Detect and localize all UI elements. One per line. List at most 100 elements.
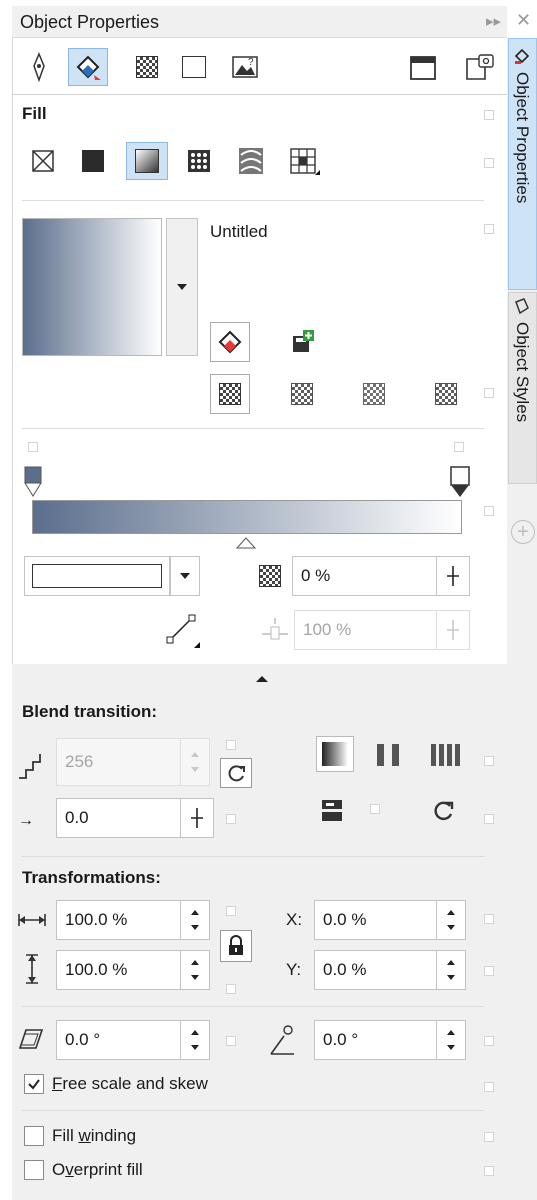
rotation-input[interactable]: 0.0 ° <box>314 1020 436 1060</box>
free-scale-label[interactable]: Free scale and skew <box>52 1074 208 1094</box>
rotation-icon <box>268 1022 298 1063</box>
clockwise-blend-icon[interactable] <box>372 740 406 770</box>
node-color-dropdown[interactable] <box>170 556 200 596</box>
node-position-input[interactable]: 100 % <box>294 610 436 650</box>
collapse-section-icon[interactable] <box>256 676 268 682</box>
skew-spinner[interactable] <box>180 1020 210 1060</box>
blend-transition-title: Blend transition: <box>22 702 158 721</box>
option-box[interactable] <box>484 388 494 398</box>
rotation-spinner[interactable] <box>436 1020 466 1060</box>
collapse-icon[interactable]: ▸▸ <box>486 12 501 30</box>
x-offset-input[interactable]: 0.0 % <box>314 900 436 940</box>
linear-fountain-icon[interactable] <box>210 374 250 414</box>
option-box[interactable] <box>484 814 494 824</box>
bitmap-pattern-fill-icon[interactable] <box>237 146 265 176</box>
fill-winding-label[interactable]: Fill winding <box>52 1126 136 1146</box>
fountain-fill-preview[interactable] <box>22 218 162 356</box>
overprint-fill-label[interactable]: Overprint fill <box>52 1160 143 1180</box>
bitmap-icon[interactable]: ? <box>230 52 260 82</box>
close-icon[interactable]: ✕ <box>516 10 531 31</box>
height-input[interactable]: 100.0 % <box>56 950 180 990</box>
uniform-fill-icon[interactable] <box>80 148 106 174</box>
frames-icon[interactable] <box>408 52 438 84</box>
fountain-fill-icon[interactable] <box>126 142 168 180</box>
steps-spinner[interactable] <box>180 738 210 786</box>
option-box[interactable] <box>226 1036 236 1046</box>
divider <box>22 856 484 857</box>
lock-steps-icon[interactable] <box>220 758 252 788</box>
width-input[interactable]: 100.0 % <box>56 900 180 940</box>
x-label: X: <box>286 910 303 929</box>
svg-text:?: ? <box>248 57 254 68</box>
option-box[interactable] <box>484 1036 494 1046</box>
vector-pattern-fill-icon[interactable] <box>186 148 212 174</box>
tab-object-properties-icon <box>513 46 531 71</box>
option-box[interactable] <box>484 224 494 234</box>
height-spinner[interactable] <box>180 950 210 990</box>
preset-dropdown-button[interactable] <box>166 218 198 356</box>
fill-winding-checkbox[interactable] <box>24 1126 44 1146</box>
rectangular-fountain-icon[interactable] <box>432 380 460 408</box>
preset-name: Untitled <box>210 222 268 241</box>
option-box[interactable] <box>484 506 494 516</box>
option-box[interactable] <box>226 740 236 750</box>
acceleration-input[interactable]: 0.0 <box>56 798 180 838</box>
gradient-bar[interactable] <box>32 500 462 534</box>
mirror-repeat-icon[interactable] <box>318 796 348 826</box>
fill-icon[interactable] <box>68 48 108 86</box>
toolbar-divider <box>12 94 507 95</box>
y-offset-spinner[interactable] <box>436 950 466 990</box>
fill-section-title: Fill <box>22 104 47 123</box>
acceleration-slider-icon[interactable] <box>180 798 214 838</box>
x-offset-spinner[interactable] <box>436 900 466 940</box>
option-box[interactable] <box>226 814 236 824</box>
save-fill-icon[interactable] <box>288 326 318 356</box>
reverse-blend-icon[interactable] <box>428 796 458 826</box>
tab-object-styles-label: Object Styles <box>513 322 532 423</box>
fill-picker-icon[interactable] <box>210 322 250 362</box>
no-fill-icon[interactable] <box>30 148 56 174</box>
two-color-pattern-fill-icon[interactable] <box>288 146 322 180</box>
option-box[interactable] <box>484 966 494 976</box>
option-box[interactable] <box>370 804 380 814</box>
panel-title: Object Properties <box>20 12 160 32</box>
option-box[interactable] <box>484 1166 494 1176</box>
option-box[interactable] <box>484 1132 494 1142</box>
option-box[interactable] <box>484 756 494 766</box>
node-position-icon <box>162 610 202 655</box>
y-offset-input[interactable]: 0.0 % <box>314 950 436 990</box>
width-spinner[interactable] <box>180 900 210 940</box>
lock-aspect-icon[interactable] <box>220 930 252 962</box>
option-box[interactable] <box>484 1082 494 1092</box>
node-transparency-input[interactable]: 0 % <box>292 556 436 596</box>
add-docker-icon[interactable]: + <box>511 520 535 544</box>
outline-pen-icon[interactable] <box>26 50 52 84</box>
option-box[interactable] <box>226 906 236 916</box>
option-box[interactable] <box>484 914 494 924</box>
linear-blend-icon[interactable] <box>316 736 354 772</box>
summary-icon[interactable] <box>462 52 496 84</box>
conical-fountain-icon[interactable] <box>360 380 388 408</box>
elliptical-fountain-icon[interactable] <box>288 380 316 408</box>
transparency-icon[interactable] <box>134 54 160 80</box>
position-slider-button[interactable] <box>436 610 470 650</box>
position-slider-icon <box>260 616 290 651</box>
steps-input[interactable]: 256 <box>56 738 180 786</box>
midpoint-handle[interactable] <box>235 536 257 554</box>
option-box[interactable] <box>28 442 38 452</box>
node-color-swatch[interactable] <box>24 556 170 596</box>
option-box[interactable] <box>226 984 236 994</box>
steps-icon <box>16 748 46 787</box>
transparency-slider-icon[interactable] <box>436 556 470 596</box>
divider <box>22 1006 484 1007</box>
tab-object-properties-label: Object Properties <box>513 72 532 204</box>
option-box[interactable] <box>484 158 494 168</box>
skew-input[interactable]: 0.0 ° <box>56 1020 180 1060</box>
free-scale-checkbox[interactable] <box>24 1074 44 1094</box>
frame-icon[interactable] <box>180 54 208 80</box>
option-box[interactable] <box>454 442 464 452</box>
option-box[interactable] <box>484 110 494 120</box>
node-transparency-icon <box>256 562 284 590</box>
overprint-fill-checkbox[interactable] <box>24 1160 44 1180</box>
counterclockwise-blend-icon[interactable] <box>428 740 464 770</box>
